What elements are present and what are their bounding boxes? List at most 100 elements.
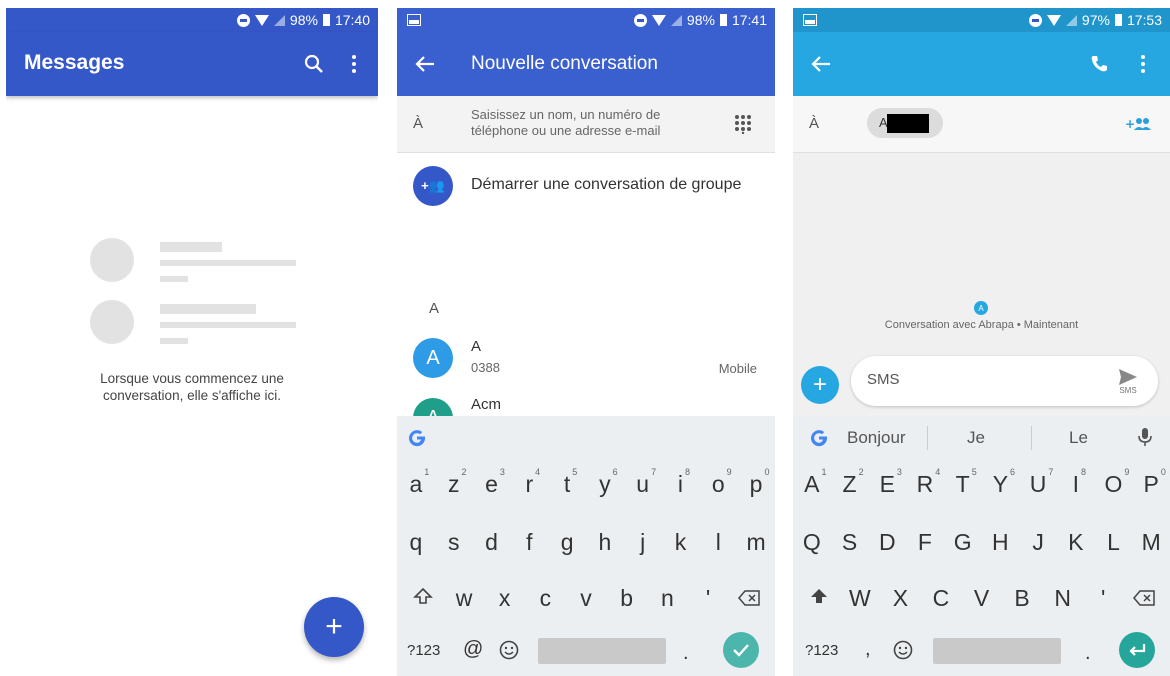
key-y[interactable]: Y6 [982, 467, 1020, 498]
keyboard-row-2: QSDFGHJKLM [793, 520, 1170, 564]
key-h[interactable]: H [982, 529, 1020, 556]
more-options-icon[interactable] [344, 50, 364, 78]
period-key[interactable]: . [1085, 642, 1091, 665]
space-bar[interactable] [538, 638, 666, 664]
key-f[interactable]: f [510, 529, 548, 556]
key-x[interactable]: x [484, 585, 525, 612]
key-p[interactable]: P0 [1132, 467, 1170, 498]
add-people-icon[interactable]: + [1123, 112, 1153, 136]
key-d[interactable]: d [473, 529, 511, 556]
key-r[interactable]: R4 [906, 467, 944, 498]
new-conversation-button[interactable]: + [304, 597, 364, 657]
key-l[interactable]: l [699, 529, 737, 556]
google-icon[interactable] [807, 426, 831, 450]
key-g[interactable]: g [548, 529, 586, 556]
key-t[interactable]: t5 [548, 467, 586, 498]
key-j[interactable]: J [1019, 529, 1057, 556]
key-s[interactable]: S [831, 529, 869, 556]
key-label: z [447, 470, 460, 497]
key-label: g [560, 528, 574, 555]
key-label: u [636, 470, 650, 497]
key-apostrophe[interactable]: ' [1083, 585, 1124, 612]
key-w[interactable]: w [444, 585, 485, 612]
key-l[interactable]: L [1095, 529, 1133, 556]
key-g[interactable]: G [944, 529, 982, 556]
key-v[interactable]: v [566, 585, 607, 612]
dialpad-icon[interactable] [731, 112, 755, 136]
key-a[interactable]: a1 [397, 467, 435, 498]
key-k[interactable]: k [662, 529, 700, 556]
key-r[interactable]: r4 [510, 467, 548, 498]
key-m[interactable]: m [737, 529, 775, 556]
message-input[interactable]: SMS SMS [851, 356, 1158, 406]
recipient-input[interactable]: Saisissez un nom, un numéro de téléphone… [471, 107, 660, 139]
emoji-icon[interactable] [891, 638, 915, 662]
key-e[interactable]: E3 [868, 467, 906, 498]
key-d[interactable]: D [868, 529, 906, 556]
key-q[interactable]: Q [793, 529, 831, 556]
key-label: K [1068, 528, 1084, 555]
numbers-key[interactable]: ?123 [805, 642, 838, 659]
numbers-key[interactable]: ?123 [407, 642, 440, 659]
key-n[interactable]: N [1042, 585, 1083, 612]
search-icon[interactable] [300, 50, 328, 78]
key-j[interactable]: j [624, 529, 662, 556]
suggestion-3[interactable]: Le [1069, 428, 1088, 448]
recipient-chip[interactable]: A [867, 108, 943, 138]
key-apostrophe[interactable]: ' [688, 585, 729, 612]
key-i[interactable]: i8 [662, 467, 700, 498]
backspace-key-icon[interactable] [728, 585, 769, 612]
backspace-key-icon[interactable] [1124, 585, 1165, 612]
key-s[interactable]: s [435, 529, 473, 556]
key-label: h [598, 528, 612, 555]
microphone-icon[interactable] [1133, 424, 1157, 450]
phone-icon[interactable] [1085, 50, 1113, 78]
key-q[interactable]: q [397, 529, 435, 556]
key-p[interactable]: p0 [737, 467, 775, 498]
key-u[interactable]: u7 [624, 467, 662, 498]
back-arrow-icon[interactable] [807, 50, 835, 78]
key-b[interactable]: b [606, 585, 647, 612]
key-f[interactable]: F [906, 529, 944, 556]
key-i[interactable]: I8 [1057, 467, 1095, 498]
attach-button[interactable]: + [801, 366, 839, 404]
at-key[interactable]: @ [463, 638, 483, 661]
more-options-icon[interactable] [1133, 50, 1153, 78]
comma-key[interactable]: , [865, 638, 871, 661]
key-w[interactable]: W [840, 585, 881, 612]
suggestion-1[interactable]: Bonjour [847, 428, 906, 448]
keyboard-row-3: w x c v b n ' [397, 576, 775, 620]
status-bar: 98% 17:41 [397, 8, 775, 32]
shift-key-icon[interactable] [799, 585, 840, 612]
key-z[interactable]: Z2 [831, 467, 869, 498]
key-c[interactable]: c [525, 585, 566, 612]
suggestion-2[interactable]: Je [967, 428, 985, 448]
recipient-row: À Saisissez un nom, un numéro de télépho… [397, 96, 775, 153]
key-o[interactable]: O9 [1095, 467, 1133, 498]
key-y[interactable]: y6 [586, 467, 624, 498]
period-key[interactable]: . [683, 642, 689, 665]
key-h[interactable]: h [586, 529, 624, 556]
key-m[interactable]: M [1132, 529, 1170, 556]
key-number-hint: 0 [1160, 466, 1166, 477]
key-k[interactable]: K [1057, 529, 1095, 556]
google-icon[interactable] [405, 426, 429, 450]
done-check-icon[interactable] [723, 632, 759, 668]
key-z[interactable]: z2 [435, 467, 473, 498]
key-t[interactable]: T5 [944, 467, 982, 498]
key-v[interactable]: V [961, 585, 1002, 612]
key-c[interactable]: C [921, 585, 962, 612]
back-arrow-icon[interactable] [411, 50, 439, 78]
space-bar[interactable] [933, 638, 1061, 664]
key-n[interactable]: n [647, 585, 688, 612]
emoji-icon[interactable] [497, 638, 521, 662]
send-button[interactable]: SMS [1113, 362, 1143, 400]
key-b[interactable]: B [1002, 585, 1043, 612]
key-o[interactable]: o9 [699, 467, 737, 498]
enter-key-icon[interactable] [1119, 632, 1155, 668]
key-a[interactable]: A1 [793, 467, 831, 498]
key-e[interactable]: e3 [473, 467, 511, 498]
key-u[interactable]: U7 [1019, 467, 1057, 498]
shift-key-icon[interactable] [403, 585, 444, 612]
key-x[interactable]: X [880, 585, 921, 612]
